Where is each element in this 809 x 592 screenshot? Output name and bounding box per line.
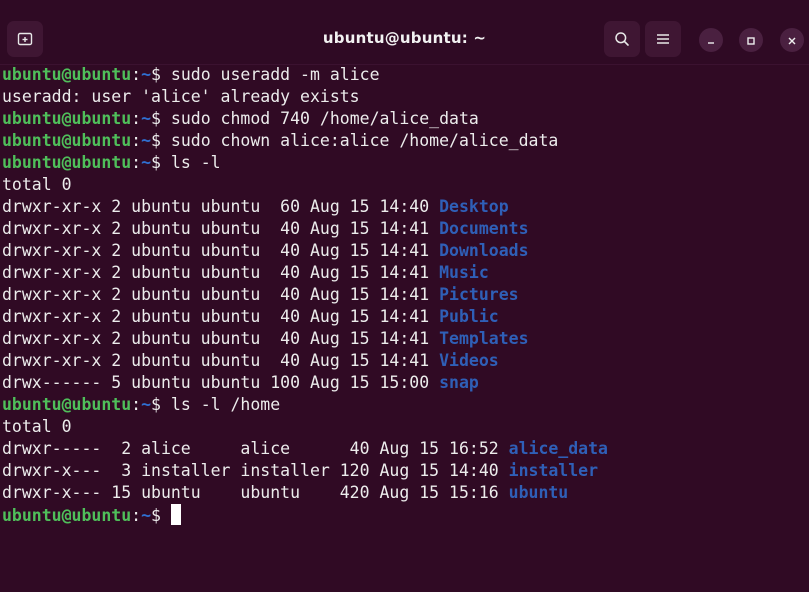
- prompt-path: ~: [141, 395, 152, 414]
- hamburger-menu-icon: [656, 33, 670, 45]
- minimize-icon: [706, 31, 716, 50]
- ls-entry-meta: drwxr-xr-x 2 ubuntu ubuntu 40 Aug 15 14:…: [2, 307, 440, 326]
- ls-entry-meta: drwx------ 5 ubuntu ubuntu 100 Aug 15 15…: [2, 373, 440, 392]
- prompt-symbol: $: [151, 65, 171, 84]
- command-text: sudo chown alice:alice /home/alice_data: [170, 131, 559, 150]
- minimize-button[interactable]: [699, 28, 723, 52]
- prompt-symbol: $: [151, 506, 171, 525]
- ls-entry-meta: drwxr-xr-x 2 ubuntu ubuntu 40 Aug 15 14:…: [2, 241, 440, 260]
- directory-name: Videos: [439, 351, 499, 370]
- command-text: ls -l: [170, 153, 221, 172]
- output-line: useradd: user 'alice' already exists: [2, 87, 360, 106]
- menu-button[interactable]: [645, 21, 681, 57]
- ls-entry-meta: drwxr-xr-x 2 ubuntu ubuntu 40 Aug 15 14:…: [2, 285, 440, 304]
- ls-entry: drwxr-xr-x 2 ubuntu ubuntu 60 Aug 15 14:…: [2, 196, 809, 218]
- output-line: total 0: [2, 417, 72, 436]
- ls-entry: drwxr-xr-x 2 ubuntu ubuntu 40 Aug 15 14:…: [2, 328, 809, 350]
- ls-entry: drwxr-xr-x 2 ubuntu ubuntu 40 Aug 15 14:…: [2, 262, 809, 284]
- prompt-separator: :: [131, 153, 142, 172]
- terminal-window: ubuntu@ubuntu: ~ ubuntu@ubuntu:~$ sudo u…: [0, 0, 809, 592]
- ls-entry-meta: drwxr-xr-x 2 ubuntu ubuntu 40 Aug 15 14:…: [2, 263, 440, 282]
- prompt-symbol: $: [151, 131, 171, 150]
- prompt-separator: :: [131, 131, 142, 150]
- prompt-path: ~: [141, 109, 152, 128]
- prompt-line: ubuntu@ubuntu:~$ sudo chown alice:alice …: [2, 130, 809, 152]
- ls-entry: drwxr-xr-x 2 ubuntu ubuntu 40 Aug 15 14:…: [2, 306, 809, 328]
- ls-entry: drwxr-xr-x 2 ubuntu ubuntu 40 Aug 15 14:…: [2, 218, 809, 240]
- directory-name: snap: [439, 373, 479, 392]
- prompt-separator: :: [131, 395, 142, 414]
- command-text: ls -l /home: [170, 395, 281, 414]
- ls-entry-meta: drwxr-xr-x 2 ubuntu ubuntu 40 Aug 15 14:…: [2, 219, 440, 238]
- directory-name: Templates: [439, 329, 529, 348]
- prompt-separator: :: [131, 109, 142, 128]
- prompt-path: ~: [141, 153, 152, 172]
- window-title: ubuntu@ubuntu: ~: [322, 29, 487, 47]
- text-cursor[interactable]: [170, 504, 181, 525]
- ls-entry: drwxr-xr-x 2 ubuntu ubuntu 40 Aug 15 14:…: [2, 284, 809, 306]
- directory-name: alice_data: [508, 439, 608, 458]
- prompt-separator: :: [131, 65, 142, 84]
- ls-entry: drwxr-xr-x 2 ubuntu ubuntu 40 Aug 15 14:…: [2, 350, 809, 372]
- prompt-path: ~: [141, 506, 152, 525]
- prompt-symbol: $: [151, 153, 171, 172]
- ls-entry: drwxr-x--- 3 installer installer 120 Aug…: [2, 460, 809, 482]
- prompt-symbol: $: [151, 395, 171, 414]
- directory-name: Desktop: [439, 197, 509, 216]
- directory-name: Documents: [439, 219, 529, 238]
- prompt-user: ubuntu@ubuntu: [2, 109, 132, 128]
- prompt-line: ubuntu@ubuntu:~$: [2, 504, 809, 526]
- ls-entry: drwxr----- 2 alice alice 40 Aug 15 16:52…: [2, 438, 809, 460]
- prompt-user: ubuntu@ubuntu: [2, 65, 132, 84]
- output-line: total 0: [2, 175, 72, 194]
- ls-entry: drwxr-xr-x 2 ubuntu ubuntu 40 Aug 15 14:…: [2, 240, 809, 262]
- terminal-output[interactable]: ubuntu@ubuntu:~$ sudo useradd -m alice us…: [2, 64, 809, 592]
- directory-name: ubuntu: [508, 483, 569, 502]
- ls-entry-meta: drwxr-xr-x 2 ubuntu ubuntu 40 Aug 15 14:…: [2, 351, 440, 370]
- search-button[interactable]: [604, 21, 640, 57]
- title-bar[interactable]: ubuntu@ubuntu: ~: [0, 0, 809, 65]
- maximize-icon: [746, 31, 756, 50]
- directory-name: Downloads: [439, 241, 529, 260]
- command-text: sudo chmod 740 /home/alice_data: [170, 109, 479, 128]
- prompt-path: ~: [141, 65, 152, 84]
- prompt-line: ubuntu@ubuntu:~$ ls -l /home: [2, 394, 809, 416]
- prompt-user: ubuntu@ubuntu: [2, 506, 132, 525]
- ls-entry-meta: drwxr-x--- 15 ubuntu ubuntu 420 Aug 15 1…: [2, 483, 509, 502]
- prompt-separator: :: [131, 506, 142, 525]
- directory-name: Music: [439, 263, 489, 282]
- ls-entry: drwx------ 5 ubuntu ubuntu 100 Aug 15 15…: [2, 372, 809, 394]
- close-icon: [787, 31, 797, 50]
- prompt-user: ubuntu@ubuntu: [2, 395, 132, 414]
- ls-entry-meta: drwxr----- 2 alice alice 40 Aug 15 16:52: [2, 439, 509, 458]
- directory-name: Public: [439, 307, 499, 326]
- prompt-user: ubuntu@ubuntu: [2, 153, 132, 172]
- prompt-line: ubuntu@ubuntu:~$ sudo useradd -m alice: [2, 64, 809, 86]
- prompt-line: ubuntu@ubuntu:~$ sudo chmod 740 /home/al…: [2, 108, 809, 130]
- command-text: sudo useradd -m alice: [170, 65, 380, 84]
- prompt-path: ~: [141, 131, 152, 150]
- search-icon: [614, 31, 630, 47]
- prompt-symbol: $: [151, 109, 171, 128]
- ls-entry-meta: drwxr-xr-x 2 ubuntu ubuntu 60 Aug 15 14:…: [2, 197, 440, 216]
- ls-entry-meta: drwxr-xr-x 2 ubuntu ubuntu 40 Aug 15 14:…: [2, 329, 440, 348]
- prompt-user: ubuntu@ubuntu: [2, 131, 132, 150]
- directory-name: Pictures: [439, 285, 519, 304]
- maximize-button[interactable]: [739, 28, 763, 52]
- close-button[interactable]: [780, 28, 804, 52]
- ls-entry: drwxr-x--- 15 ubuntu ubuntu 420 Aug 15 1…: [2, 482, 809, 504]
- ls-entry-meta: drwxr-x--- 3 installer installer 120 Aug…: [2, 461, 509, 480]
- prompt-line: ubuntu@ubuntu:~$ ls -l: [2, 152, 809, 174]
- directory-name: installer: [508, 461, 599, 480]
